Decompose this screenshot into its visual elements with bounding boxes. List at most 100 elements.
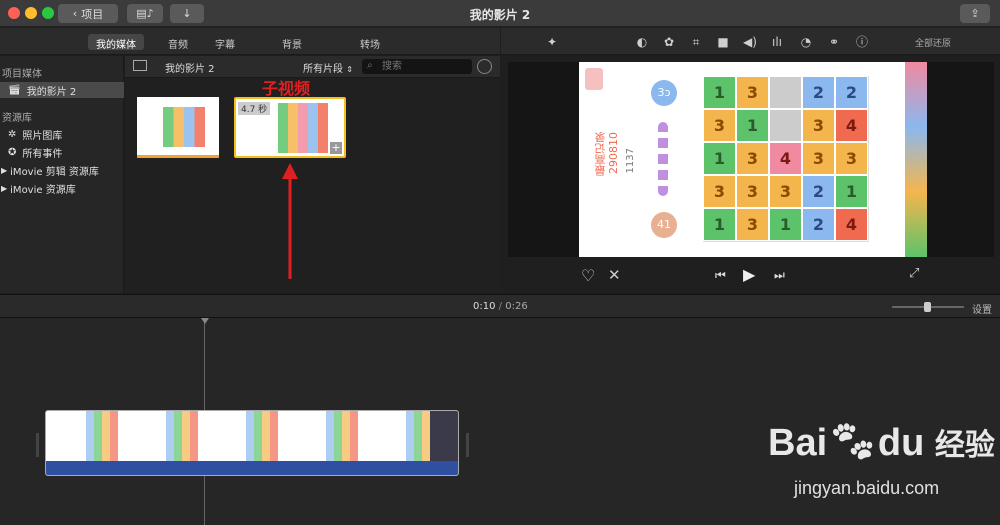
total-time: 0:26: [505, 301, 528, 312]
search-icon: ⌕: [367, 60, 373, 71]
grid-cell[interactable]: [769, 76, 802, 109]
grid-cell[interactable]: 3: [802, 142, 835, 175]
annotation-arrow: [282, 163, 298, 279]
chevron-updown-icon: ⇕: [346, 65, 353, 74]
score-value: 1137: [625, 148, 636, 174]
clip-preview-grid: [278, 103, 328, 153]
game-frame: 3ɔ 最高记录 290810 1137 41 13223134134333332…: [579, 62, 927, 257]
star-box-icon: ✪: [8, 146, 17, 158]
timeline-right-handle[interactable]: [466, 433, 469, 457]
zoom-slider-handle[interactable]: [924, 302, 931, 312]
tab-titles[interactable]: 字幕: [207, 34, 243, 51]
tab-backgrounds[interactable]: 背景: [274, 34, 310, 51]
paw-icon: 🐾︎: [827, 420, 878, 464]
search-input[interactable]: ⌕ 搜索: [362, 59, 472, 74]
previous-icon[interactable]: ⏮: [715, 268, 726, 283]
disclosure-triangle-icon: ▶: [1, 183, 8, 193]
magic-wand-icon[interactable]: ✦: [544, 34, 560, 50]
grid-cell[interactable]: 3: [736, 142, 769, 175]
sidebar-item-photos[interactable]: ✲ 照片图库: [0, 126, 124, 142]
sidebar-toggle-icon[interactable]: [133, 60, 147, 71]
clip-preview-grid: [163, 107, 205, 147]
grid-cell[interactable]: 3: [835, 142, 868, 175]
next-icon[interactable]: ⏭: [774, 268, 785, 283]
equalizer-icon[interactable]: ılı: [769, 34, 785, 50]
timeline-header: 0:10 / 0:26 设置: [0, 294, 1000, 318]
grid-cell[interactable]: 3: [703, 109, 736, 142]
settings-button[interactable]: 设置: [972, 301, 992, 316]
grid-cell[interactable]: 2: [802, 208, 835, 241]
media-tab-bar: 我的媒体 音频 字幕 背景 转场: [0, 28, 500, 55]
baidu-watermark: Bai🐾︎du 经验: [768, 420, 995, 464]
fullscreen-icon[interactable]: ⤢: [909, 266, 919, 281]
share-button[interactable]: ⇪: [960, 4, 990, 23]
grid-cell[interactable]: 3: [802, 109, 835, 142]
volume-icon[interactable]: ◀): [742, 34, 758, 50]
timeline-left-handle[interactable]: [36, 433, 39, 457]
grid-cell[interactable]: [769, 109, 802, 142]
grid-cell[interactable]: 3: [736, 76, 769, 109]
info-icon[interactable]: ⓘ: [854, 34, 870, 50]
playhead-marker-icon: [201, 318, 209, 324]
clip-audio-strip: [137, 155, 219, 158]
side-banner: [905, 62, 927, 257]
crop-icon[interactable]: ⌗: [688, 34, 704, 50]
reject-icon[interactable]: ✕: [608, 266, 621, 284]
rotate-badge-bottom: 41: [651, 212, 677, 238]
grid-cell[interactable]: 3: [703, 175, 736, 208]
sidebar-item-all-events[interactable]: ✪ 所有事件: [0, 144, 124, 160]
color-balance-icon[interactable]: ◐: [634, 34, 650, 50]
current-time: 0:10: [473, 301, 496, 312]
disclosure-triangle-icon: ▶: [1, 165, 8, 175]
annotation-label: 子视频: [262, 79, 311, 98]
timeline-clip[interactable]: [45, 410, 459, 476]
grid-cell[interactable]: 4: [835, 109, 868, 142]
clip-filter-select[interactable]: 所有片段 ⇕: [303, 60, 353, 75]
gear-icon[interactable]: [477, 59, 492, 74]
grid-cell[interactable]: 4: [769, 142, 802, 175]
grid-cell[interactable]: 1: [769, 208, 802, 241]
tab-audio[interactable]: 音频: [160, 34, 196, 51]
grid-cell[interactable]: 2: [802, 76, 835, 109]
reset-all-button[interactable]: 全部还原: [915, 36, 951, 49]
library-sidebar: 项目媒体 🎬︎ 我的影片 2 资源库 ✲ 照片图库 ✪ 所有事件 ▶ iMovi…: [0, 56, 124, 293]
grid-cell[interactable]: 3: [736, 208, 769, 241]
grid-cell[interactable]: 3: [769, 175, 802, 208]
stabilization-icon[interactable]: ■: [715, 34, 731, 50]
flower-icon: ✲: [8, 128, 17, 140]
filter-icon[interactable]: ⚭: [826, 34, 842, 50]
grid-cell[interactable]: 1: [703, 142, 736, 175]
browser-title: 我的影片 2: [165, 64, 215, 75]
project-media-heading: 项目媒体: [2, 69, 42, 80]
grid-cell[interactable]: 2: [835, 76, 868, 109]
clip-end-frame: [430, 411, 458, 461]
progress-dots: [658, 122, 668, 196]
clip-audio-track: [46, 461, 458, 475]
grid-cell[interactable]: 1: [736, 109, 769, 142]
grid-cell[interactable]: 1: [703, 208, 736, 241]
record-value: 290810: [607, 132, 620, 174]
tab-transitions[interactable]: 转场: [352, 34, 388, 51]
tab-my-media[interactable]: 我的媒体: [88, 34, 144, 51]
media-browser: 我的影片 2 所有片段 ⇕ ⌕ 搜索 4.7 秒 + 子视频: [125, 56, 500, 293]
window-title: 我的影片 2: [469, 8, 531, 22]
grid-cell[interactable]: 1: [835, 175, 868, 208]
time-separator: /: [498, 301, 503, 312]
preview-viewer: 3ɔ 最高记录 290810 1137 41 13223134134333332…: [501, 56, 1000, 293]
clip-thumbnail[interactable]: [137, 97, 219, 158]
selected-clip-thumbnail[interactable]: 4.7 秒 +: [234, 97, 346, 158]
heart-card-icon: [585, 68, 603, 90]
add-clip-plus-icon[interactable]: +: [330, 142, 342, 154]
grid-cell[interactable]: 1: [703, 76, 736, 109]
speed-icon[interactable]: ◔: [798, 34, 814, 50]
sidebar-item-imovie-clips[interactable]: ▶ iMovie 剪辑 资源库: [0, 162, 124, 178]
grid-cell[interactable]: 3: [736, 175, 769, 208]
watermark-url: jingyan.baidu.com: [794, 478, 940, 498]
sidebar-item-my-movie[interactable]: 🎬︎ 我的影片 2: [0, 82, 124, 98]
grid-cell[interactable]: 2: [802, 175, 835, 208]
play-icon[interactable]: ▶: [743, 265, 755, 284]
color-correction-icon[interactable]: ✿: [661, 34, 677, 50]
grid-cell[interactable]: 4: [835, 208, 868, 241]
sidebar-item-imovie-library[interactable]: ▶ iMovie 资源库: [0, 180, 124, 196]
favorite-heart-icon[interactable]: ♡: [581, 266, 595, 285]
